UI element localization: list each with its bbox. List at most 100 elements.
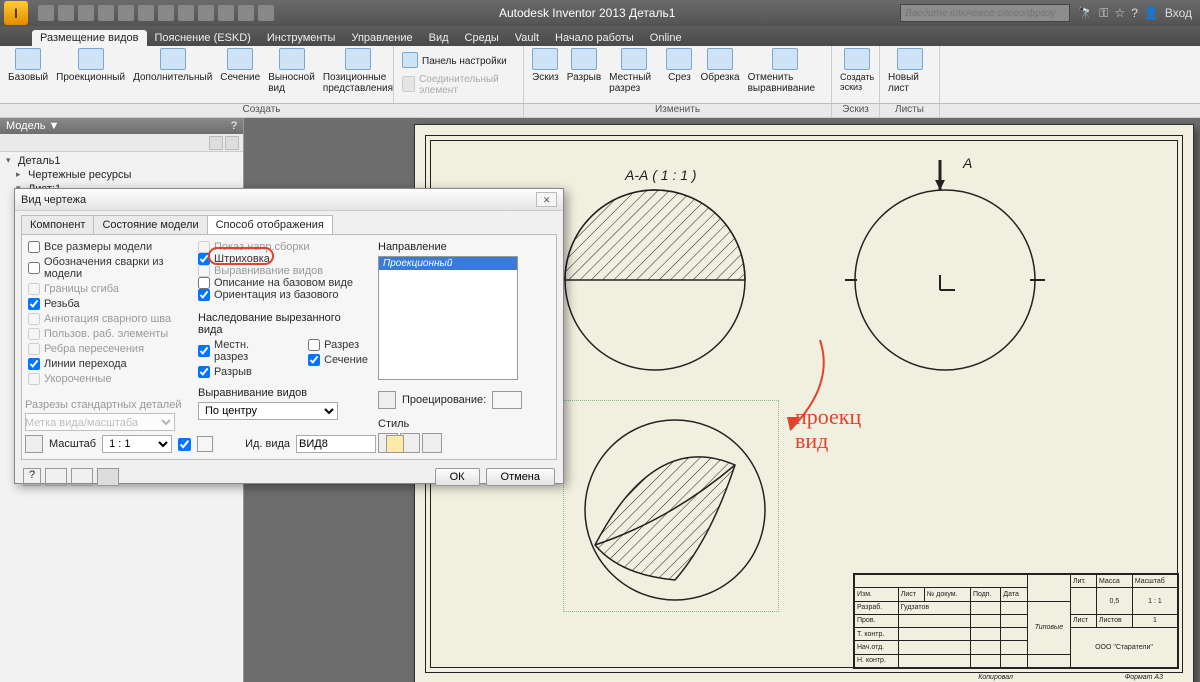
connector-element-button[interactable]: Соединительный элемент <box>398 74 519 96</box>
option-checkbox[interactable]: Границы сгиба <box>28 283 188 295</box>
option-checkbox[interactable]: Обозначения сварки из модели <box>28 256 188 280</box>
qat-btn[interactable] <box>258 5 274 21</box>
qat-btn[interactable] <box>98 5 114 21</box>
crop-button[interactable]: Обрезка <box>696 48 743 83</box>
tab-online[interactable]: Online <box>642 30 690 46</box>
view-id-label: Ид. вида <box>245 438 290 450</box>
user-icon[interactable]: 👤 <box>1144 6 1159 21</box>
option-checkbox[interactable]: Ориентация из базового <box>198 289 368 301</box>
projected-view-button[interactable]: Проекционный <box>52 48 129 83</box>
dialog-tab-model-state[interactable]: Состояние модели <box>93 215 207 234</box>
direction-header: Направление <box>378 241 548 253</box>
qat-btn[interactable] <box>138 5 154 21</box>
tab-tools[interactable]: Инструменты <box>259 30 344 46</box>
scale-select[interactable]: 1 : 1 <box>102 435 172 453</box>
cancel-button[interactable]: Отмена <box>486 468 555 486</box>
ribbon-group-labels: Создать Изменить Эскиз Листы <box>0 104 1200 118</box>
unalign-button[interactable]: Отменить выравнивание <box>744 48 827 94</box>
tab-get-started[interactable]: Начало работы <box>547 30 642 46</box>
browser-header[interactable]: Модель ▼? <box>0 118 243 134</box>
direction-selected[interactable]: Проекционный <box>379 257 517 270</box>
option-checkbox[interactable]: Выравнивание видов <box>198 265 368 277</box>
option-checkbox[interactable]: Укороченные <box>28 373 188 385</box>
slice-button[interactable]: Срез <box>662 48 696 83</box>
app-icon[interactable]: I <box>4 1 28 25</box>
inherit-checkbox[interactable]: Разрез <box>308 339 368 351</box>
binoculars-icon[interactable]: 🔭 <box>1078 6 1093 21</box>
qat-btn[interactable] <box>198 5 214 21</box>
edit-icon[interactable] <box>386 435 404 453</box>
align-select[interactable]: По центру <box>198 402 338 420</box>
help-icon[interactable]: ? <box>23 468 41 486</box>
tab-annotation[interactable]: Пояснение (ESKD) <box>147 30 259 46</box>
options-column-3: Направление Проекционный Проецирование: … <box>378 241 548 453</box>
options-column-2: Показ.напр.сборкиШтриховкаВыравнивание в… <box>198 241 368 453</box>
option-checkbox[interactable]: Линии перехода <box>28 358 188 370</box>
section-view-aa <box>555 180 755 380</box>
inherit-checkbox[interactable]: Местн. разрез <box>198 339 284 363</box>
option-checkbox[interactable]: Пользов. раб. элементы <box>28 328 188 340</box>
auxiliary-view-button[interactable]: Дополнительный <box>129 48 216 83</box>
footer-btn[interactable] <box>71 468 93 486</box>
footer-btn[interactable] <box>45 468 67 486</box>
highlight-circle <box>208 247 274 265</box>
toggle-button[interactable] <box>25 435 43 453</box>
section-view-button[interactable]: Сечение <box>216 48 264 83</box>
new-sheet-button[interactable]: Новый лист <box>884 48 935 94</box>
detail-view-button[interactable]: Выносной вид <box>264 48 319 94</box>
link-icon[interactable] <box>197 436 213 452</box>
key-icon[interactable]: ⚿ <box>1099 6 1108 21</box>
tab-vault[interactable]: Vault <box>507 30 547 46</box>
view-id-input[interactable] <box>296 435 376 453</box>
qat-btn[interactable] <box>78 5 94 21</box>
tab-manage[interactable]: Управление <box>343 30 420 46</box>
qat-btn[interactable] <box>238 5 254 21</box>
dialog-title-bar[interactable]: Вид чертежа ✕ <box>15 189 563 211</box>
base-view-button[interactable]: Базовый <box>4 48 52 83</box>
option-checkbox[interactable]: Аннотация сварного шва <box>28 313 188 325</box>
dialog-tab-display[interactable]: Способ отображения <box>207 215 333 234</box>
ok-button[interactable]: ОК <box>435 468 480 486</box>
inherit-checkbox[interactable]: Разрыв <box>198 366 284 378</box>
positional-views-button[interactable]: Позиционные представления <box>319 48 397 94</box>
help-icon[interactable]: ? <box>231 120 237 132</box>
close-icon[interactable]: ✕ <box>536 192 557 207</box>
option-checkbox[interactable]: Все размеры модели <box>28 241 188 253</box>
dialog-footer: ? ОК Отмена <box>15 466 563 492</box>
qat-btn[interactable] <box>38 5 54 21</box>
help-icon[interactable]: ? <box>1131 6 1138 21</box>
new-sketch-button[interactable]: Создать эскиз <box>836 48 878 92</box>
dialog-title: Вид чертежа <box>21 194 86 206</box>
qat-btn[interactable] <box>58 5 74 21</box>
tab-view[interactable]: Вид <box>421 30 457 46</box>
tree-node[interactable]: Чертежные ресурсы <box>14 168 239 182</box>
qat-btn[interactable] <box>178 5 194 21</box>
qat-btn[interactable] <box>118 5 134 21</box>
option-checkbox[interactable]: Описание на базовом виде <box>198 277 368 289</box>
break-button[interactable]: Разрыв <box>563 48 605 83</box>
projection-icon[interactable] <box>492 391 522 409</box>
search-input[interactable] <box>900 4 1070 22</box>
browser-tool[interactable] <box>225 136 239 150</box>
panel-settings-button[interactable]: Панель настройки <box>398 52 511 70</box>
dialog-tab-component[interactable]: Компонент <box>21 215 94 234</box>
tree-root[interactable]: Деталь1 <box>4 154 239 168</box>
login-link[interactable]: Вход <box>1165 6 1192 21</box>
title-block: Лит.МассаМасштаб Изм.Лист№ докум.Подп.Да… <box>853 573 1179 669</box>
option-checkbox[interactable]: Резьба <box>28 298 188 310</box>
sketch-button[interactable]: Эскиз <box>528 48 563 83</box>
star-icon[interactable]: ☆ <box>1114 6 1125 21</box>
inherit-checkbox[interactable]: Сечение <box>308 354 368 366</box>
tab-place-views[interactable]: Размещение видов <box>32 30 147 46</box>
option-checkbox[interactable]: Ребра пересечения <box>28 343 188 355</box>
browser-tool[interactable] <box>209 136 223 150</box>
qat-btn[interactable] <box>158 5 174 21</box>
footer-btn[interactable] <box>97 468 119 486</box>
toggle-button[interactable] <box>378 391 396 409</box>
local-section-button[interactable]: Местный разрез <box>605 48 662 94</box>
qat-btn[interactable] <box>218 5 234 21</box>
tab-environments[interactable]: Среды <box>457 30 507 46</box>
direction-listbox[interactable]: Проекционный <box>378 256 518 380</box>
std-parts-select[interactable] <box>25 413 175 431</box>
scale-link-checkbox[interactable] <box>178 438 191 451</box>
